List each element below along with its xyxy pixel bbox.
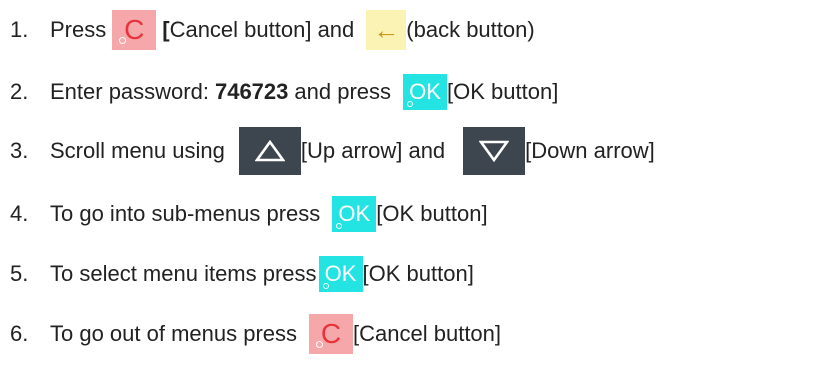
step-text: Scroll menu using xyxy=(50,138,225,163)
step-text: Press xyxy=(50,17,107,42)
step-text: [Cancel button] xyxy=(353,321,502,346)
cancel-button-icon: C xyxy=(112,10,157,50)
step-3: 3. Scroll menu using [Up arrow] and [Dow… xyxy=(0,126,655,176)
ok-icon: OK xyxy=(324,261,357,286)
ok-icon: OK xyxy=(409,79,441,104)
step-text: [OK button] xyxy=(447,79,559,104)
cancel-c-icon: C xyxy=(124,14,145,45)
step-text: To select menu items press xyxy=(50,261,317,286)
step-text: [Up arrow] and xyxy=(300,138,446,163)
step-number: 1. xyxy=(10,17,29,42)
step-text: Enter password: xyxy=(50,79,209,104)
ok-button-icon: OK xyxy=(318,256,363,292)
ok-button-icon: OK xyxy=(332,196,377,232)
back-button-icon: ← xyxy=(366,10,407,50)
down-arrow-button-icon xyxy=(463,127,526,175)
step-number: 5. xyxy=(10,261,29,286)
corner-marker xyxy=(322,283,329,289)
back-arrow-icon: ← xyxy=(373,15,400,45)
step-number: 4. xyxy=(10,201,29,226)
step-number: 6. xyxy=(10,321,29,346)
step-text: [OK button] xyxy=(362,261,474,286)
down-triangle-icon xyxy=(479,140,510,162)
step-text: [Down arrow] xyxy=(525,138,655,163)
corner-marker xyxy=(407,101,414,107)
step-text: (back button) xyxy=(406,17,535,42)
step-text: and press xyxy=(294,79,392,104)
step-text: To go out of menus press xyxy=(50,321,298,346)
step-text: To go into sub-menus press xyxy=(50,201,321,226)
corner-marker xyxy=(316,341,324,348)
ok-icon: OK xyxy=(338,201,371,226)
cancel-c-icon: C xyxy=(320,318,342,349)
password-value: 746723 xyxy=(214,79,289,104)
step-text: Cancel button] and xyxy=(169,17,355,42)
cancel-button-icon: C xyxy=(309,314,354,354)
up-arrow-button-icon xyxy=(238,127,301,175)
step-1: 1. Press C [ Cancel button] and ← (back … xyxy=(0,5,535,55)
step-number: 3. xyxy=(10,138,29,163)
step-6: 6. To go out of menus press C [Cancel bu… xyxy=(0,309,501,359)
bracket-text: [ xyxy=(162,17,170,42)
corner-marker xyxy=(336,223,343,229)
step-text: [OK button] xyxy=(376,201,488,226)
step-5: 5. To select menu items press OK [OK but… xyxy=(0,249,474,299)
step-4: 4. To go into sub-menus press OK [OK but… xyxy=(0,189,488,239)
up-triangle-icon xyxy=(254,140,285,162)
ok-button-icon: OK xyxy=(403,74,448,110)
step-2: 2. Enter password: 746723 and press OK [… xyxy=(0,67,558,117)
step-number: 2. xyxy=(10,79,29,104)
instructions-list: 1. Press C [ Cancel button] and ← (back … xyxy=(0,0,827,368)
